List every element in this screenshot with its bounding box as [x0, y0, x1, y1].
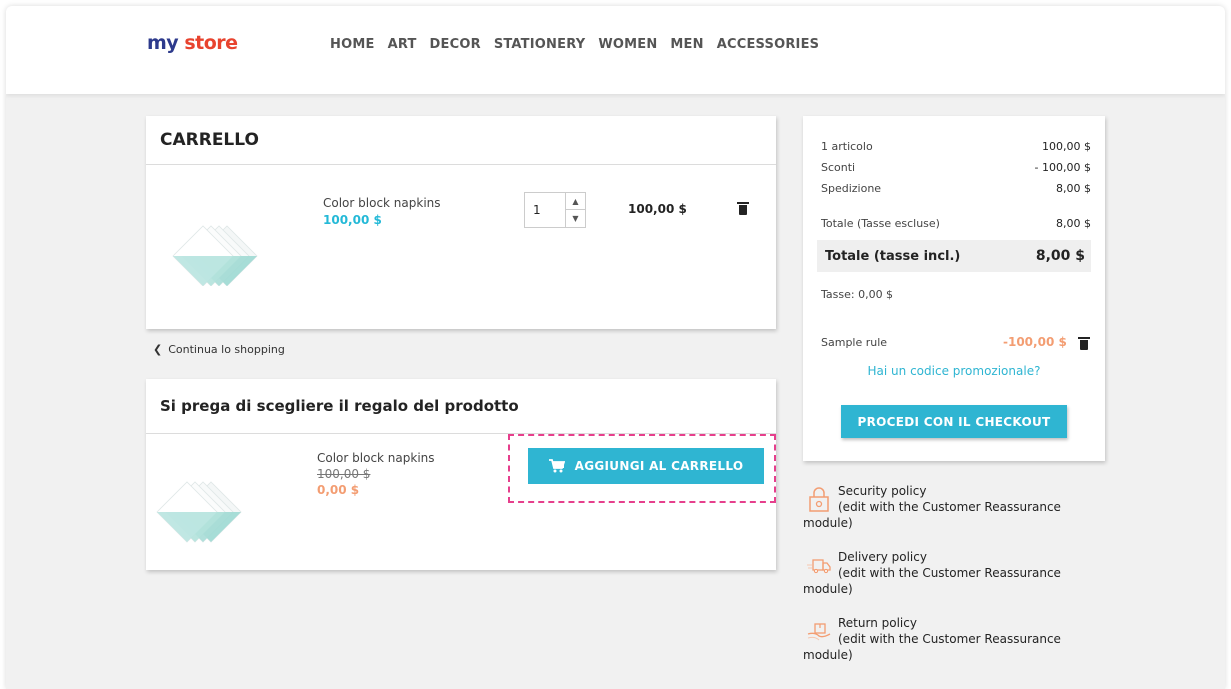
- trash-icon[interactable]: [737, 202, 749, 215]
- chevron-up-icon[interactable]: ▲: [566, 193, 585, 210]
- summary-row-discounts: Sconti - 100,00 $: [821, 161, 1091, 174]
- add-to-cart-button[interactable]: AGGIUNGI AL CARRELLO: [528, 448, 764, 484]
- gift-item-old-price: 100,00 $: [317, 467, 371, 481]
- cart-item-name[interactable]: Color block napkins: [323, 196, 441, 210]
- gift-item-name[interactable]: Color block napkins: [317, 451, 435, 465]
- summary-row-items: 1 articolo 100,00 $: [821, 140, 1091, 153]
- cart-divider: [146, 164, 776, 165]
- nav-item-accessories[interactable]: ACCESSORIES: [717, 37, 820, 52]
- cart-rule-name: Sample rule: [821, 336, 888, 349]
- reassurance-security: Security policy (edit with the Customer …: [803, 484, 1103, 538]
- logo-text-my: my: [147, 32, 185, 54]
- reassurance-security-title: Security policy: [838, 484, 927, 498]
- summary-taxes: Tasse: 0,00 $: [821, 288, 894, 301]
- cart-summary: 1 articolo 100,00 $ Sconti - 100,00 $ Sp…: [803, 116, 1105, 461]
- summary-total-value: 8,00 $: [1035, 248, 1085, 264]
- nav-item-stationery[interactable]: STATIONERY: [494, 37, 586, 52]
- reassurance-delivery: Delivery policy (edit with the Customer …: [803, 550, 1103, 604]
- browser-frame: my store HOME ART DECOR STATIONERY WOMEN…: [6, 6, 1225, 689]
- quantity-value[interactable]: 1: [533, 203, 541, 217]
- add-to-cart-label: AGGIUNGI AL CARRELLO: [574, 459, 744, 473]
- main-nav: HOME ART DECOR STATIONERY WOMEN MEN ACCE…: [330, 37, 819, 52]
- summary-subtotal-value: 8,00 $: [1056, 217, 1091, 230]
- reassurance-return-title: Return policy: [838, 616, 917, 630]
- reassurance-delivery-line3: module): [803, 582, 853, 596]
- napkins-image[interactable]: [172, 206, 282, 286]
- reassurance-return-line2: (edit with the Customer Reassurance: [838, 632, 1061, 646]
- continue-shopping-label: Continua lo shopping: [168, 343, 285, 356]
- summary-total-label: Totale (tasse incl.): [825, 248, 961, 264]
- cart-item-price: 100,00 $: [323, 213, 382, 227]
- add-to-cart-highlight: AGGIUNGI AL CARRELLO: [508, 434, 776, 503]
- summary-subtotal-label: Totale (Tasse escluse): [821, 217, 940, 230]
- summary-row-subtotal: Totale (Tasse escluse) 8,00 $: [821, 217, 1091, 230]
- store-logo[interactable]: my store: [147, 32, 238, 54]
- trash-icon[interactable]: [1078, 337, 1090, 350]
- summary-shipping-label: Spedizione: [821, 182, 882, 195]
- summary-discounts-value: - 100,00 $: [1034, 161, 1091, 174]
- return-box-icon: [807, 623, 831, 641]
- delivery-truck-icon: [807, 559, 831, 574]
- summary-shipping-value: 8,00 $: [1056, 182, 1091, 195]
- summary-discounts-label: Sconti: [821, 161, 856, 174]
- quantity-stepper[interactable]: 1 ▲ ▼: [524, 192, 586, 228]
- site-header: my store HOME ART DECOR STATIONERY WOMEN…: [6, 6, 1225, 94]
- gift-title: Si prega di scegliere il regalo del prod…: [160, 397, 519, 415]
- summary-row-shipping: Spedizione 8,00 $: [821, 182, 1091, 195]
- quantity-spinner: ▲ ▼: [565, 193, 585, 227]
- summary-total-row: Totale (tasse incl.) 8,00 $: [817, 240, 1091, 272]
- gift-napkins-image[interactable]: [156, 467, 266, 547]
- chevron-left-icon: ❮: [153, 343, 163, 356]
- nav-item-women[interactable]: WOMEN: [598, 37, 657, 52]
- cart-rule-value: -100,00 $: [1003, 335, 1067, 349]
- logo-text-store: store: [184, 32, 238, 54]
- checkout-button[interactable]: PROCEDI CON IL CHECKOUT: [841, 405, 1067, 438]
- gift-item-new-price: 0,00 $: [317, 483, 360, 497]
- promo-code-link[interactable]: Hai un codice promozionale?: [803, 364, 1105, 378]
- gift-card: Si prega di scegliere il regalo del prod…: [146, 379, 776, 570]
- reassurance-return: Return policy (edit with the Customer Re…: [803, 616, 1103, 670]
- cart-title: CARRELLO: [160, 130, 259, 150]
- cart-icon: [548, 459, 565, 473]
- reassurance-return-line3: module): [803, 648, 853, 662]
- cart-item-total: 100,00 $: [628, 202, 687, 216]
- nav-item-men[interactable]: MEN: [670, 37, 703, 52]
- reassurance-security-line3: module): [803, 516, 853, 530]
- reassurance-delivery-line2: (edit with the Customer Reassurance: [838, 566, 1061, 580]
- continue-shopping-link[interactable]: ❮ Continua lo shopping: [153, 343, 285, 356]
- summary-items-value: 100,00 $: [1042, 140, 1091, 153]
- nav-item-decor[interactable]: DECOR: [430, 37, 481, 52]
- reassurance-security-line2: (edit with the Customer Reassurance: [838, 500, 1061, 514]
- reassurance-delivery-title: Delivery policy: [838, 550, 927, 564]
- summary-items-label: 1 articolo: [821, 140, 873, 153]
- nav-item-art[interactable]: ART: [388, 37, 417, 52]
- chevron-down-icon[interactable]: ▼: [566, 210, 585, 227]
- lock-icon: [809, 487, 829, 512]
- nav-item-home[interactable]: HOME: [330, 37, 375, 52]
- cart-card: CARRELLO Color block napkins 100,00 $ 1 …: [146, 116, 776, 329]
